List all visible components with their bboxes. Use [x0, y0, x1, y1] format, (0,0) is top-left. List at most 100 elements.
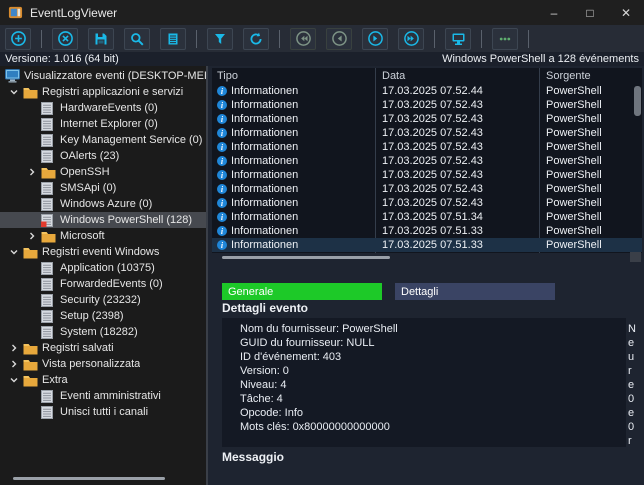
tab-generale[interactable]: Generale	[222, 283, 382, 300]
chevron-right-icon[interactable]	[23, 167, 41, 177]
chevron-down-icon[interactable]	[5, 87, 23, 97]
chevron-right-icon[interactable]	[23, 231, 41, 241]
event-source-cell: PowerShell	[539, 239, 642, 251]
tree-item-visualizzatore-eventi-desktop-mei0fml[interactable]: Visualizzatore eventi (DESKTOP-MEI0FML)	[0, 68, 206, 84]
tree-item-windows-azure-0[interactable]: Windows Azure (0)	[0, 196, 206, 212]
window-controls: – □ ✕	[536, 0, 644, 25]
toolbar-skip-last-button[interactable]	[398, 28, 424, 50]
tree-item-windows-powershell-128[interactable]: Windows PowerShell (128)	[0, 212, 206, 228]
message-heading: Messaggio	[222, 450, 284, 464]
detail-line: Nom du fournisseur: PowerShell	[240, 322, 626, 336]
tree-item-extra[interactable]: Extra	[0, 372, 206, 388]
table-horizontal-scrollbar-thumb[interactable]	[222, 256, 390, 259]
event-row[interactable]: iInformationen17.03.2025 07.52.43PowerSh…	[212, 196, 642, 210]
event-row[interactable]: iInformationen17.03.2025 07.52.43PowerSh…	[212, 140, 642, 154]
status-bar: Versione: 1.016 (64 bit) Windows PowerSh…	[0, 52, 644, 66]
tree-item-registri-eventi-windows[interactable]: Registri eventi Windows	[0, 244, 206, 260]
toolbar-refresh-button[interactable]	[243, 28, 269, 50]
event-row[interactable]: iInformationen17.03.2025 07.52.43PowerSh…	[212, 168, 642, 182]
event-source-cell: PowerShell	[539, 183, 642, 195]
event-row[interactable]: iInformationen17.03.2025 07.52.43PowerSh…	[212, 126, 642, 140]
event-source-cell: PowerShell	[539, 211, 642, 223]
toolbar-separator	[481, 30, 482, 48]
tree-item-microsoft[interactable]: Microsoft	[0, 228, 206, 244]
event-type-label: Informationen	[231, 197, 298, 209]
event-type-label: Informationen	[231, 183, 298, 195]
event-date-cell: 17.03.2025 07.52.43	[375, 141, 539, 153]
tree-item-setup-2398[interactable]: Setup (2398)	[0, 308, 206, 324]
event-row[interactable]: iInformationen17.03.2025 07.52.43PowerSh…	[212, 154, 642, 168]
toolbar-filter-button[interactable]	[207, 28, 233, 50]
chevron-right-icon[interactable]	[5, 343, 23, 353]
clipped-detail-text: Neure0e0r	[628, 318, 644, 448]
tree-item-application-10375[interactable]: Application (10375)	[0, 260, 206, 276]
event-row[interactable]: iInformationen17.03.2025 07.52.43PowerSh…	[212, 98, 642, 112]
folder-icon	[23, 358, 42, 371]
tree-item-registri-salvati[interactable]: Registri salvati	[0, 340, 206, 356]
chevron-right-icon[interactable]	[5, 359, 23, 369]
column-header-sorgente[interactable]: Sorgente	[539, 70, 642, 82]
detail-tabs: Generale Dettagli	[222, 283, 555, 300]
log-channel-icon	[41, 102, 60, 115]
maximize-button[interactable]: □	[572, 0, 608, 25]
tree-item-unisci-tutti-i-canali[interactable]: Unisci tutti i canali	[0, 404, 206, 420]
tree-item-eventi-amministrativi[interactable]: Eventi amministrativi	[0, 388, 206, 404]
event-row[interactable]: iInformationen17.03.2025 07.51.33PowerSh…	[212, 224, 642, 238]
toolbar-next-button[interactable]	[362, 28, 388, 50]
event-row[interactable]: iInformationen17.03.2025 07.51.33PowerSh…	[212, 238, 642, 252]
tree-item-label: Security (23232)	[60, 294, 141, 306]
tree-item-openssh[interactable]: OpenSSH	[0, 164, 206, 180]
event-date-cell: 17.03.2025 07.52.43	[375, 155, 539, 167]
event-row[interactable]: iInformationen17.03.2025 07.51.34PowerSh…	[212, 210, 642, 224]
toolbar-remove-button[interactable]	[52, 28, 78, 50]
toolbar-monitor-button[interactable]	[445, 28, 471, 50]
event-row[interactable]: iInformationen17.03.2025 07.52.43PowerSh…	[212, 182, 642, 196]
chevron-down-icon[interactable]	[5, 247, 23, 257]
log-channel-icon	[41, 118, 60, 131]
tree-item-label: HardwareEvents (0)	[60, 102, 158, 114]
column-header-data[interactable]: Data	[375, 70, 539, 82]
event-type-label: Informationen	[231, 113, 298, 125]
event-details-box[interactable]: Nom du fournisseur: PowerShellGUID du fo…	[222, 318, 626, 447]
clipped-text-fragment: N	[628, 322, 644, 336]
tree-item-system-18282[interactable]: System (18282)	[0, 324, 206, 340]
toolbar-report-button[interactable]	[160, 28, 186, 50]
tree-item-label: Internet Explorer (0)	[60, 118, 158, 130]
table-vertical-scrollbar-thumb[interactable]	[634, 86, 641, 116]
event-type-label: Informationen	[231, 169, 298, 181]
more-icon	[497, 31, 513, 47]
chevron-down-icon[interactable]	[5, 375, 23, 385]
log-channel-icon	[41, 278, 60, 291]
tree-item-oalerts-23[interactable]: OAlerts (23)	[0, 148, 206, 164]
toolbar-previous-button[interactable]	[326, 28, 352, 50]
information-icon: i	[217, 156, 227, 166]
event-panel: Tipo Data Sorgente iInformationen17.03.2…	[208, 66, 644, 485]
toolbar-skip-first-button[interactable]	[290, 28, 316, 50]
log-channel-icon	[41, 406, 60, 419]
toolbar-add-button[interactable]	[5, 28, 31, 50]
event-type-label: Informationen	[231, 127, 298, 139]
toolbar-save-button[interactable]	[88, 28, 114, 50]
event-row[interactable]: iInformationen17.03.2025 07.52.44PowerSh…	[212, 84, 642, 98]
scrollbar-corner	[630, 252, 641, 262]
tab-dettagli[interactable]: Dettagli	[395, 283, 555, 300]
tree-item-hardwareevents-0[interactable]: HardwareEvents (0)	[0, 100, 206, 116]
minimize-button[interactable]: –	[536, 0, 572, 25]
event-row[interactable]: iInformationen17.03.2025 07.52.43PowerSh…	[212, 112, 642, 126]
information-icon: i	[217, 100, 227, 110]
tree-item-label: Registri applicazioni e servizi	[42, 86, 183, 98]
tree-item-key-management-service-0[interactable]: Key Management Service (0)	[0, 132, 206, 148]
tree-item-registri-applicazioni-e-servizi[interactable]: Registri applicazioni e servizi	[0, 84, 206, 100]
tree-item-smsapi-0[interactable]: SMSApi (0)	[0, 180, 206, 196]
toolbar-more-button[interactable]	[492, 28, 518, 50]
close-button[interactable]: ✕	[608, 0, 644, 25]
tree-item-security-23232[interactable]: Security (23232)	[0, 292, 206, 308]
tree-item-forwardedevents-0[interactable]: ForwardedEvents (0)	[0, 276, 206, 292]
toolbar-search-button[interactable]	[124, 28, 150, 50]
tree-horizontal-scrollbar[interactable]	[13, 477, 165, 480]
event-date-cell: 17.03.2025 07.51.34	[375, 211, 539, 223]
column-header-tipo[interactable]: Tipo	[212, 70, 375, 82]
tree-item-vista-personalizzata[interactable]: Vista personalizzata	[0, 356, 206, 372]
tree-item-internet-explorer-0[interactable]: Internet Explorer (0)	[0, 116, 206, 132]
event-type-cell: iInformationen	[212, 211, 375, 223]
